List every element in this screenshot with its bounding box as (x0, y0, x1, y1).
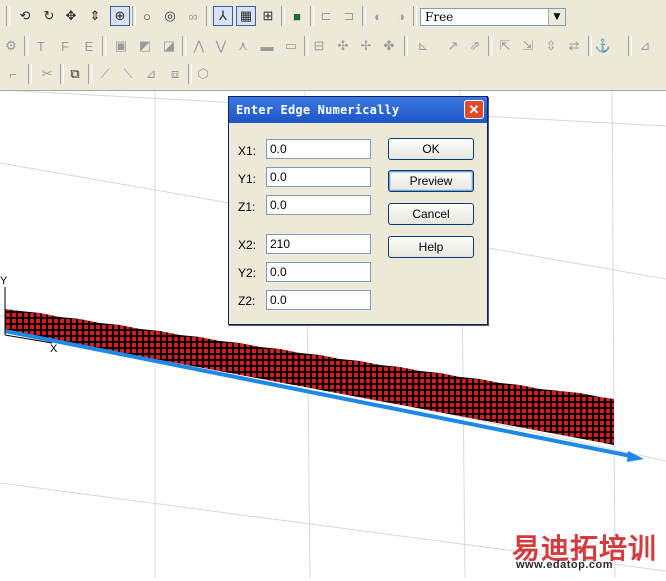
pan-icon[interactable]: ✥ (62, 7, 80, 25)
axes-triad-icon[interactable]: ⅄ (213, 6, 233, 26)
view-mode-value: Free (425, 10, 454, 24)
cancel-button[interactable]: Cancel (388, 203, 474, 225)
copy-icon[interactable]: ⇲ (519, 37, 537, 55)
toolbar-separator (281, 6, 285, 26)
face-join-icon[interactable]: ▭ (282, 37, 300, 55)
corner-icon[interactable]: ⌐ (4, 65, 22, 83)
text-tool-icon[interactable]: T (32, 37, 50, 55)
split-icon[interactable]: ⇄ (565, 37, 583, 55)
zoom-prev-icon[interactable]: ∞ (184, 7, 202, 25)
connect-icon[interactable]: ⇳ (542, 37, 560, 55)
extruded-face (5, 309, 614, 445)
group-icon[interactable]: ⧉ (66, 65, 84, 83)
field-tool-icon[interactable]: F (56, 37, 74, 55)
z2-label: Z2: (238, 294, 256, 308)
mesh-view-icon[interactable]: ⊞ (259, 7, 277, 25)
enter-edge-dialog: Enter Edge Numerically ✕ X1: 0.0 Y1: 0.0… (228, 96, 488, 325)
dialog-titlebar[interactable]: Enter Edge Numerically ✕ (229, 97, 487, 123)
toolbar-separator (6, 6, 10, 26)
vertex-icon[interactable]: ⋀ (190, 37, 208, 55)
x-axis-label: X (50, 343, 58, 355)
y2-input[interactable]: 0.0 (266, 262, 371, 282)
wire-icon[interactable]: ⊿ (636, 37, 654, 55)
toolbar-view: ⟲ ↻ ✥ ⇕ ⊕ ○ ◎ ∞ ⅄ ▦ ⊞ ■ ⊏ ⊐ ◐ ◑ Free ▼ (0, 0, 666, 34)
help-button[interactable]: Help (388, 236, 474, 258)
move-icon[interactable]: ⇱ (496, 37, 514, 55)
scale-icon[interactable]: ✣ (334, 37, 352, 55)
box-icon[interactable]: ▣ (112, 37, 130, 55)
toolbar-geometry: ⚙ T F E ▣ ◩ ◪ ⋀ ⋁ ⋏ ▬ ▭ ⊟ ✣ ✢ ✤ ⊾ ↗ ⇗ ⇱ … (0, 34, 666, 60)
chevron-down-icon[interactable]: ▼ (548, 9, 565, 25)
toolbar-separator (413, 6, 417, 26)
close-icon[interactable]: ✕ (464, 100, 484, 119)
edit-icon[interactable]: ⚙ (2, 37, 20, 55)
preview-button[interactable]: Preview (388, 170, 474, 192)
zoom-dynamic-icon[interactable]: ⇕ (86, 7, 104, 25)
sweep-icon[interactable]: ↗ (444, 37, 462, 55)
toolbar-separator (362, 6, 366, 26)
vertex-split-icon[interactable]: ⋏ (234, 37, 252, 55)
toolbar-separator (28, 64, 32, 84)
y-axis-label: Y (0, 275, 8, 287)
z1-input[interactable]: 0.0 (266, 195, 371, 215)
watermark-url: www.edatop.com (516, 559, 614, 571)
loft-icon[interactable]: ⇗ (466, 37, 484, 55)
solid-icon[interactable]: ◪ (160, 37, 178, 55)
edge-arrowhead (627, 451, 644, 462)
toolbar-separator (88, 64, 92, 84)
y1-label: Y1: (238, 172, 257, 186)
cut-icon[interactable]: ✂ (38, 65, 56, 83)
dialog-title: Enter Edge Numerically (236, 103, 400, 117)
toolbar-separator (304, 36, 308, 56)
layer-stack-icon[interactable]: ◑ (392, 7, 410, 25)
transform-icon[interactable]: ⟋ (96, 65, 114, 83)
z2-input[interactable]: 0.0 (266, 290, 371, 310)
zoom-icon[interactable]: ○ (138, 7, 156, 25)
grid-icon[interactable]: ▦ (236, 6, 256, 26)
toolbar-edit: ⌐ ✂ ⧉ ⟋ ⟍ ⊿ ⧈ ⬡ (0, 60, 666, 91)
x2-input[interactable]: 210 (266, 234, 371, 254)
toolbar-separator (132, 6, 136, 26)
edge-tool-icon[interactable]: E (80, 37, 98, 55)
toolbar-separator (206, 6, 210, 26)
toolbar-separator (488, 36, 492, 56)
mirror-icon[interactable]: ✤ (380, 37, 398, 55)
zoom-fit-icon[interactable]: ◎ (161, 7, 179, 25)
cube-icon[interactable]: ⬡ (194, 65, 212, 83)
x1-label: X1: (238, 144, 257, 158)
extrude-icon[interactable]: ◩ (136, 37, 154, 55)
model-box-icon[interactable]: ■ (288, 7, 306, 25)
stack-icon[interactable]: ⧈ (166, 65, 184, 83)
toolbar-separator (182, 36, 186, 56)
x2-label: X2: (238, 238, 257, 252)
z1-label: Z1: (238, 200, 256, 214)
stretch-icon[interactable]: ⊿ (142, 65, 160, 83)
toolbar-separator (628, 36, 632, 56)
toolbar-separator (24, 36, 28, 56)
ok-button[interactable]: OK (388, 138, 474, 160)
face-icon[interactable]: ▬ (258, 37, 276, 55)
y1-input[interactable]: 0.0 (266, 167, 371, 187)
snap-grid-icon[interactable]: ⊐ (340, 7, 358, 25)
rotate-view-icon[interactable]: ⟲ (16, 7, 34, 25)
orbit-icon[interactable]: ↻ (40, 7, 58, 25)
toolbar-separator (102, 36, 106, 56)
anchor-icon[interactable]: ⚓ (594, 37, 612, 55)
layer-icon[interactable]: ◐ (369, 7, 387, 25)
vertex-move-icon[interactable]: ⋁ (212, 37, 230, 55)
toolbar-separator (404, 36, 408, 56)
align-icon[interactable]: ⊟ (310, 37, 328, 55)
toolbar-separator (188, 64, 192, 84)
x1-input[interactable]: 0.0 (266, 139, 371, 159)
view-mode-select[interactable]: Free ▼ (420, 8, 566, 26)
rotate-icon[interactable]: ✢ (357, 37, 375, 55)
zoom-window-icon[interactable]: ⊕ (110, 6, 130, 26)
transform-copy-icon[interactable]: ⟍ (119, 65, 137, 83)
toolbar-separator (310, 6, 314, 26)
measure-icon[interactable]: ⊾ (414, 37, 432, 55)
toolbar-separator (588, 36, 592, 56)
y2-label: Y2: (238, 266, 257, 280)
snap-icon[interactable]: ⊏ (317, 7, 335, 25)
toolbar-separator (60, 64, 64, 84)
